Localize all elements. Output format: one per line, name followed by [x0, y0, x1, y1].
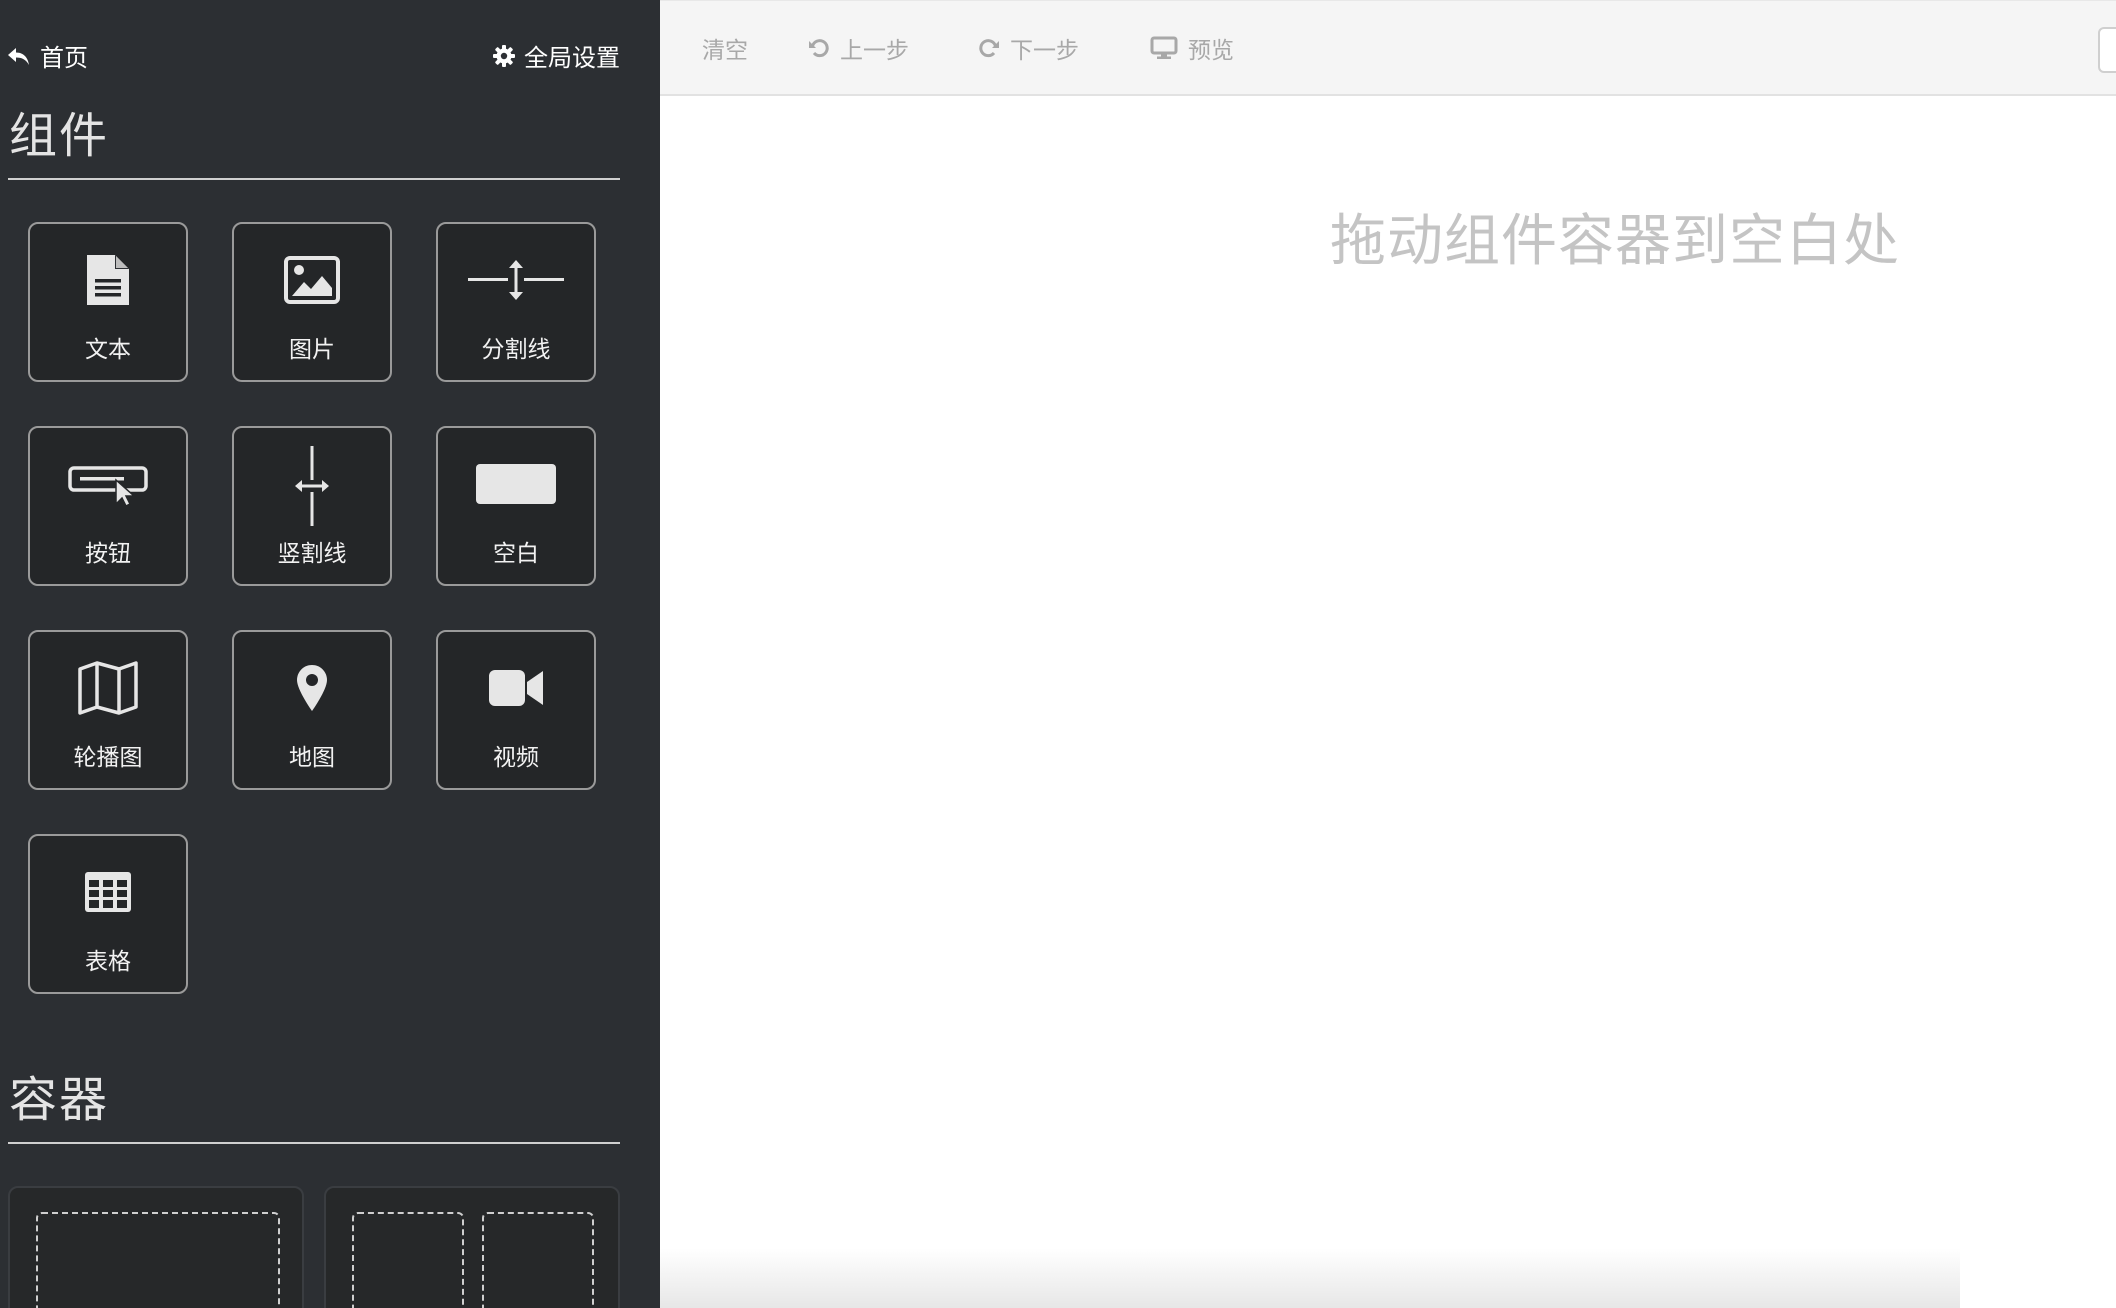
file-text-icon	[87, 255, 129, 305]
components-section-title: 组件	[9, 108, 110, 164]
container-column-placeholder	[352, 1212, 464, 1308]
global-settings-link[interactable]: 全局设置	[492, 38, 620, 73]
video-icon	[489, 670, 543, 706]
clear-label: 清空	[702, 38, 748, 64]
toolbar-edge-control[interactable]	[2098, 27, 2116, 73]
container-column-placeholder	[36, 1212, 280, 1308]
reply-arrow-icon	[8, 47, 29, 65]
containers-divider	[8, 1142, 620, 1144]
component-label: 表格	[85, 949, 131, 975]
component-tile-carousel[interactable]: 轮播图	[28, 630, 188, 790]
image-icon	[284, 256, 340, 304]
component-tile-video[interactable]: 视频	[436, 630, 596, 790]
undo-label: 上一步	[840, 38, 909, 64]
divider-icon	[468, 260, 564, 300]
sidebar: 首页 全局设置 组件 文本 图片 分割线 按钮 竖割线 空白 轮播图 地图 视频…	[0, 0, 660, 1308]
component-label: 空白	[493, 541, 539, 567]
editor-main: 清空 上一步 下一步 预览 拖动组件容器到空白处	[660, 0, 2116, 1308]
component-label: 竖割线	[277, 541, 347, 567]
component-tile-button[interactable]: 按钮	[28, 426, 188, 586]
sidebar-topnav: 首页 全局设置	[0, 38, 620, 78]
component-tile-text[interactable]: 文本	[28, 222, 188, 382]
canvas-bottom-shadow	[660, 1248, 1960, 1308]
global-settings-label: 全局设置	[524, 44, 620, 72]
component-label: 图片	[289, 337, 335, 363]
home-link[interactable]: 首页	[6, 38, 88, 73]
carousel-icon	[78, 661, 138, 715]
container-column-placeholder	[482, 1212, 594, 1308]
desktop-icon	[1150, 36, 1178, 59]
container-tile-single-column[interactable]	[8, 1186, 304, 1308]
map-marker-icon	[297, 665, 327, 711]
editor-toolbar: 清空 上一步 下一步 预览	[660, 0, 2116, 96]
component-tile-map[interactable]: 地图	[232, 630, 392, 790]
drop-canvas[interactable]: 拖动组件容器到空白处	[660, 96, 2116, 1308]
component-tile-blank[interactable]: 空白	[436, 426, 596, 586]
canvas-placeholder: 拖动组件容器到空白处	[1330, 209, 1900, 274]
containers-section-title: 容器	[9, 1072, 110, 1128]
undo-icon	[809, 39, 829, 58]
redo-icon	[979, 39, 999, 58]
component-label: 分割线	[481, 337, 551, 363]
component-tile-table[interactable]: 表格	[28, 834, 188, 994]
component-tile-image[interactable]: 图片	[232, 222, 392, 382]
component-label: 按钮	[85, 541, 131, 567]
editor-app: 首页 全局设置 组件 文本 图片 分割线 按钮 竖割线 空白 轮播图 地图 视频…	[0, 0, 2116, 1308]
component-tile-vertical-divider[interactable]: 竖割线	[232, 426, 392, 586]
vertical-divider-icon	[295, 446, 329, 526]
container-tile-two-column[interactable]	[324, 1186, 620, 1308]
preview-button[interactable]: 预览	[1150, 31, 1234, 65]
button-icon	[68, 466, 148, 506]
preview-label: 预览	[1188, 38, 1234, 64]
table-icon	[85, 872, 131, 912]
undo-button[interactable]: 上一步	[808, 31, 909, 65]
redo-label: 下一步	[1010, 38, 1079, 64]
gear-icon	[493, 44, 515, 67]
component-tile-divider[interactable]: 分割线	[436, 222, 596, 382]
component-label: 轮播图	[73, 745, 143, 771]
redo-button[interactable]: 下一步	[978, 31, 1079, 65]
component-label: 文本	[85, 337, 131, 363]
component-label: 地图	[289, 745, 335, 771]
clear-button[interactable]: 清空	[702, 31, 748, 65]
home-label: 首页	[40, 44, 88, 72]
blank-icon	[476, 464, 556, 504]
component-label: 视频	[493, 745, 539, 771]
components-divider	[8, 178, 620, 180]
